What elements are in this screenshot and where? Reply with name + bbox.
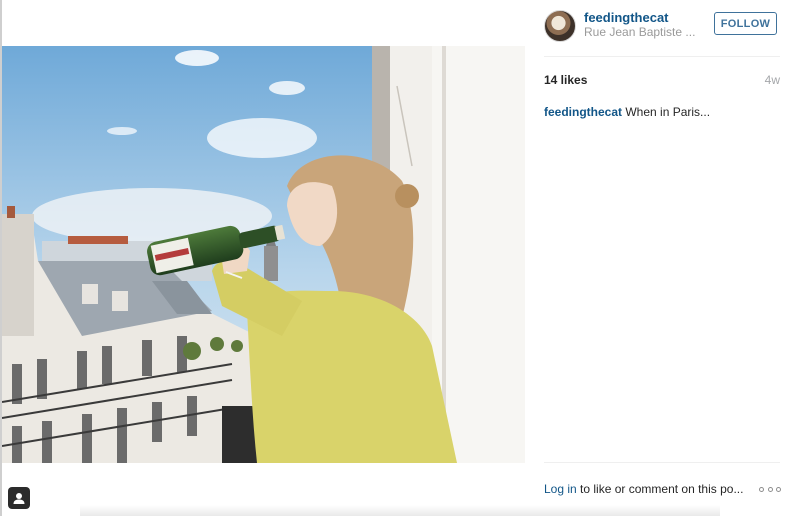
divider [544,462,780,463]
more-dot [776,486,781,492]
follow-button[interactable]: FOLLOW [714,12,777,35]
login-link[interactable]: Log in [544,482,577,496]
post-sidebar: feedingthecat Rue Jean Baptiste ... FOLL… [525,0,800,516]
post-photo[interactable] [2,46,525,463]
username-link[interactable]: feedingthecat [584,10,669,25]
post-header: feedingthecat Rue Jean Baptiste ... FOLL… [525,0,800,56]
caption: feedingthecat When in Paris... [544,105,780,119]
likes-count[interactable]: 14 likes [544,73,587,87]
location-link[interactable]: Rue Jean Baptiste ... [584,25,699,39]
more-dot [767,486,773,492]
more-options-icon[interactable] [759,485,781,493]
user-tag-icon[interactable] [8,487,30,509]
caption-text: When in Paris... [625,105,711,119]
login-prompt: Log in to like or comment on this po... [544,482,754,496]
caption-username-link[interactable]: feedingthecat [544,105,622,119]
avatar[interactable] [544,10,576,42]
login-prompt-text: to like or comment on this po... [576,482,744,496]
divider [544,56,780,57]
more-dot [759,486,764,492]
post-age[interactable]: 4w [765,73,780,87]
